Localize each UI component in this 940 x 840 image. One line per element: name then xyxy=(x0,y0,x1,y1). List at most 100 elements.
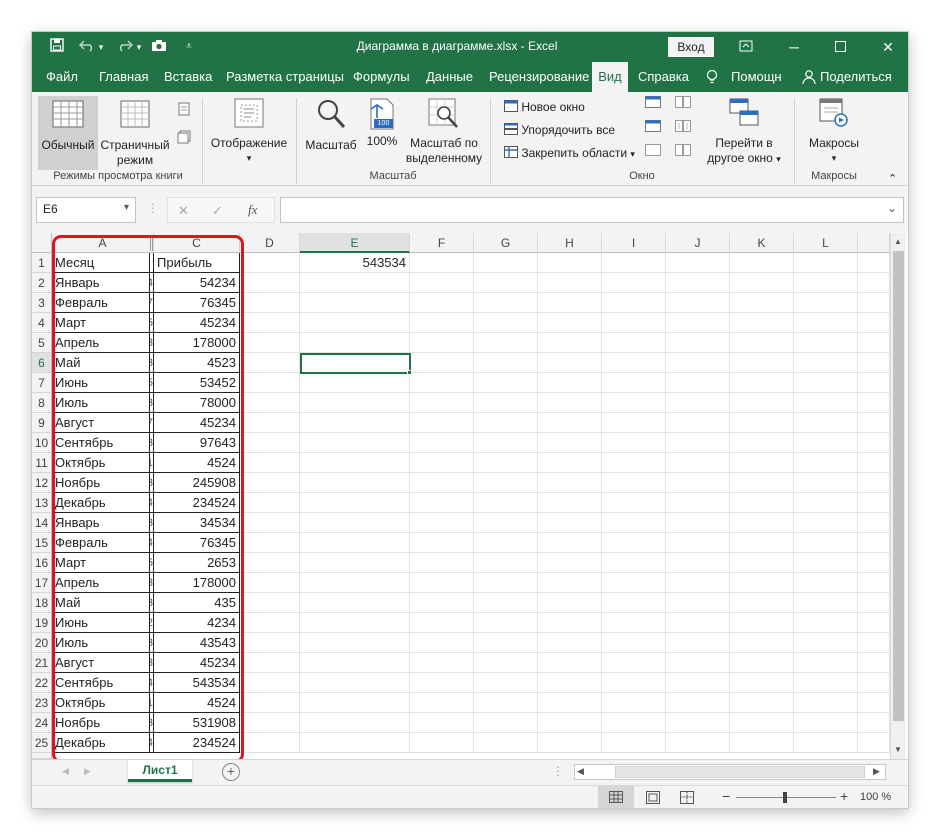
cell-empty[interactable] xyxy=(794,413,858,433)
cell-empty[interactable] xyxy=(538,673,602,693)
cell-empty[interactable] xyxy=(300,593,410,613)
cell-c[interactable]: 234524 xyxy=(154,733,240,753)
cell-empty[interactable] xyxy=(300,613,410,633)
cell-empty[interactable] xyxy=(730,693,794,713)
cell-c[interactable]: 97643 xyxy=(154,433,240,453)
cell-empty[interactable] xyxy=(666,253,730,273)
maximize-icon[interactable] xyxy=(828,36,852,58)
cell-empty[interactable] xyxy=(730,433,794,453)
cell-empty[interactable] xyxy=(240,373,300,393)
active-cell-e6[interactable] xyxy=(300,353,411,374)
cell-empty[interactable] xyxy=(602,513,666,533)
minimize-icon[interactable]: ─ xyxy=(782,36,806,58)
cell-empty[interactable] xyxy=(858,533,890,553)
tab-review[interactable]: Рецензирование xyxy=(489,62,589,92)
cell-empty[interactable] xyxy=(410,453,474,473)
cell-empty[interactable] xyxy=(410,653,474,673)
column-header-i[interactable]: I xyxy=(602,233,666,253)
cell-empty[interactable] xyxy=(240,353,300,373)
cell-empty[interactable] xyxy=(794,453,858,473)
cell-empty[interactable] xyxy=(474,553,538,573)
cell-empty[interactable] xyxy=(300,333,410,353)
worksheet-grid[interactable]: ACDEFGHIJKL 1МесяцПрибыль5435342Январь45… xyxy=(32,233,908,759)
cell-a[interactable]: Май xyxy=(52,353,150,373)
cell-empty[interactable] xyxy=(858,593,890,613)
cell-empty[interactable] xyxy=(240,533,300,553)
cell-empty[interactable] xyxy=(240,693,300,713)
cell-empty[interactable] xyxy=(794,433,858,453)
zoom-to-selection-button[interactable]: Масштаб по выделенному xyxy=(402,96,486,168)
cell-empty[interactable] xyxy=(666,693,730,713)
cell-empty[interactable] xyxy=(300,533,410,553)
cell-empty[interactable] xyxy=(538,273,602,293)
cell-empty[interactable] xyxy=(410,533,474,553)
page-break-preview-icon[interactable] xyxy=(175,102,193,120)
cell-empty[interactable] xyxy=(410,593,474,613)
cell-e1[interactable]: 543534 xyxy=(300,253,410,273)
cell-empty[interactable] xyxy=(538,253,602,273)
cell-empty[interactable] xyxy=(794,653,858,673)
normal-view-button[interactable]: Обычный xyxy=(38,96,98,170)
cell-empty[interactable] xyxy=(602,693,666,713)
row-header[interactable]: 18 xyxy=(32,593,52,613)
tab-file[interactable]: Файл xyxy=(46,62,78,92)
cell-empty[interactable] xyxy=(474,253,538,273)
cell-empty[interactable] xyxy=(730,493,794,513)
cell-empty[interactable] xyxy=(474,693,538,713)
cell-empty[interactable] xyxy=(538,733,602,753)
cell-empty[interactable] xyxy=(858,513,890,533)
cell-c[interactable]: 4234 xyxy=(154,613,240,633)
cell-empty[interactable] xyxy=(300,513,410,533)
cell-empty[interactable] xyxy=(794,573,858,593)
cell-empty[interactable] xyxy=(410,573,474,593)
cell-empty[interactable] xyxy=(240,433,300,453)
redo-icon[interactable] xyxy=(116,38,134,56)
cell-empty[interactable] xyxy=(240,393,300,413)
cell-c[interactable]: 531908 xyxy=(154,713,240,733)
cell-a[interactable]: Февраль xyxy=(52,533,150,553)
cell-empty[interactable] xyxy=(410,313,474,333)
scroll-left-icon[interactable]: ◀ xyxy=(577,766,584,777)
cell-empty[interactable] xyxy=(794,333,858,353)
tab-view[interactable]: Вид xyxy=(592,62,628,92)
row-header[interactable]: 25 xyxy=(32,733,52,753)
custom-views-icon[interactable] xyxy=(175,130,193,148)
cell-a[interactable]: Август xyxy=(52,653,150,673)
cell-empty[interactable] xyxy=(410,413,474,433)
cell-c[interactable]: 178000 xyxy=(154,333,240,353)
row-header[interactable]: 23 xyxy=(32,693,52,713)
scroll-right-icon[interactable]: ▶ xyxy=(873,766,880,777)
sheet-tab-list1[interactable]: Лист1 xyxy=(128,760,192,782)
row-header[interactable]: 20 xyxy=(32,633,52,653)
camera-icon[interactable] xyxy=(150,38,168,56)
vertical-scroll-thumb[interactable] xyxy=(893,251,904,721)
cell-a[interactable]: Апрель xyxy=(52,573,150,593)
cell-empty[interactable] xyxy=(794,293,858,313)
cell-c[interactable]: 4524 xyxy=(154,693,240,713)
cell-empty[interactable] xyxy=(794,553,858,573)
tab-page-layout[interactable]: Разметка страницы xyxy=(226,62,344,92)
cell-empty[interactable] xyxy=(602,433,666,453)
cell-empty[interactable] xyxy=(730,473,794,493)
cell-c[interactable]: 245908 xyxy=(154,473,240,493)
cell-empty[interactable] xyxy=(794,473,858,493)
cell-empty[interactable] xyxy=(666,633,730,653)
cell-empty[interactable] xyxy=(538,313,602,333)
cell-c[interactable]: 178000 xyxy=(154,573,240,593)
cell-c[interactable]: 543534 xyxy=(154,673,240,693)
cell-a[interactable]: Сентябрь xyxy=(52,673,150,693)
cell-empty[interactable] xyxy=(538,413,602,433)
cell-empty[interactable] xyxy=(240,613,300,633)
view-side-by-side-icon[interactable] xyxy=(674,96,692,112)
cell-empty[interactable] xyxy=(300,493,410,513)
column-header-a[interactable]: A xyxy=(52,233,154,253)
cell-empty[interactable] xyxy=(538,633,602,653)
cell-empty[interactable] xyxy=(410,713,474,733)
row-header[interactable]: 4 xyxy=(32,313,52,333)
cell-a[interactable]: Январь xyxy=(52,273,150,293)
cell-empty[interactable] xyxy=(474,413,538,433)
cell-empty[interactable] xyxy=(602,533,666,553)
cell-a[interactable]: Ноябрь xyxy=(52,713,150,733)
cell-empty[interactable] xyxy=(858,293,890,313)
cell-empty[interactable] xyxy=(602,493,666,513)
